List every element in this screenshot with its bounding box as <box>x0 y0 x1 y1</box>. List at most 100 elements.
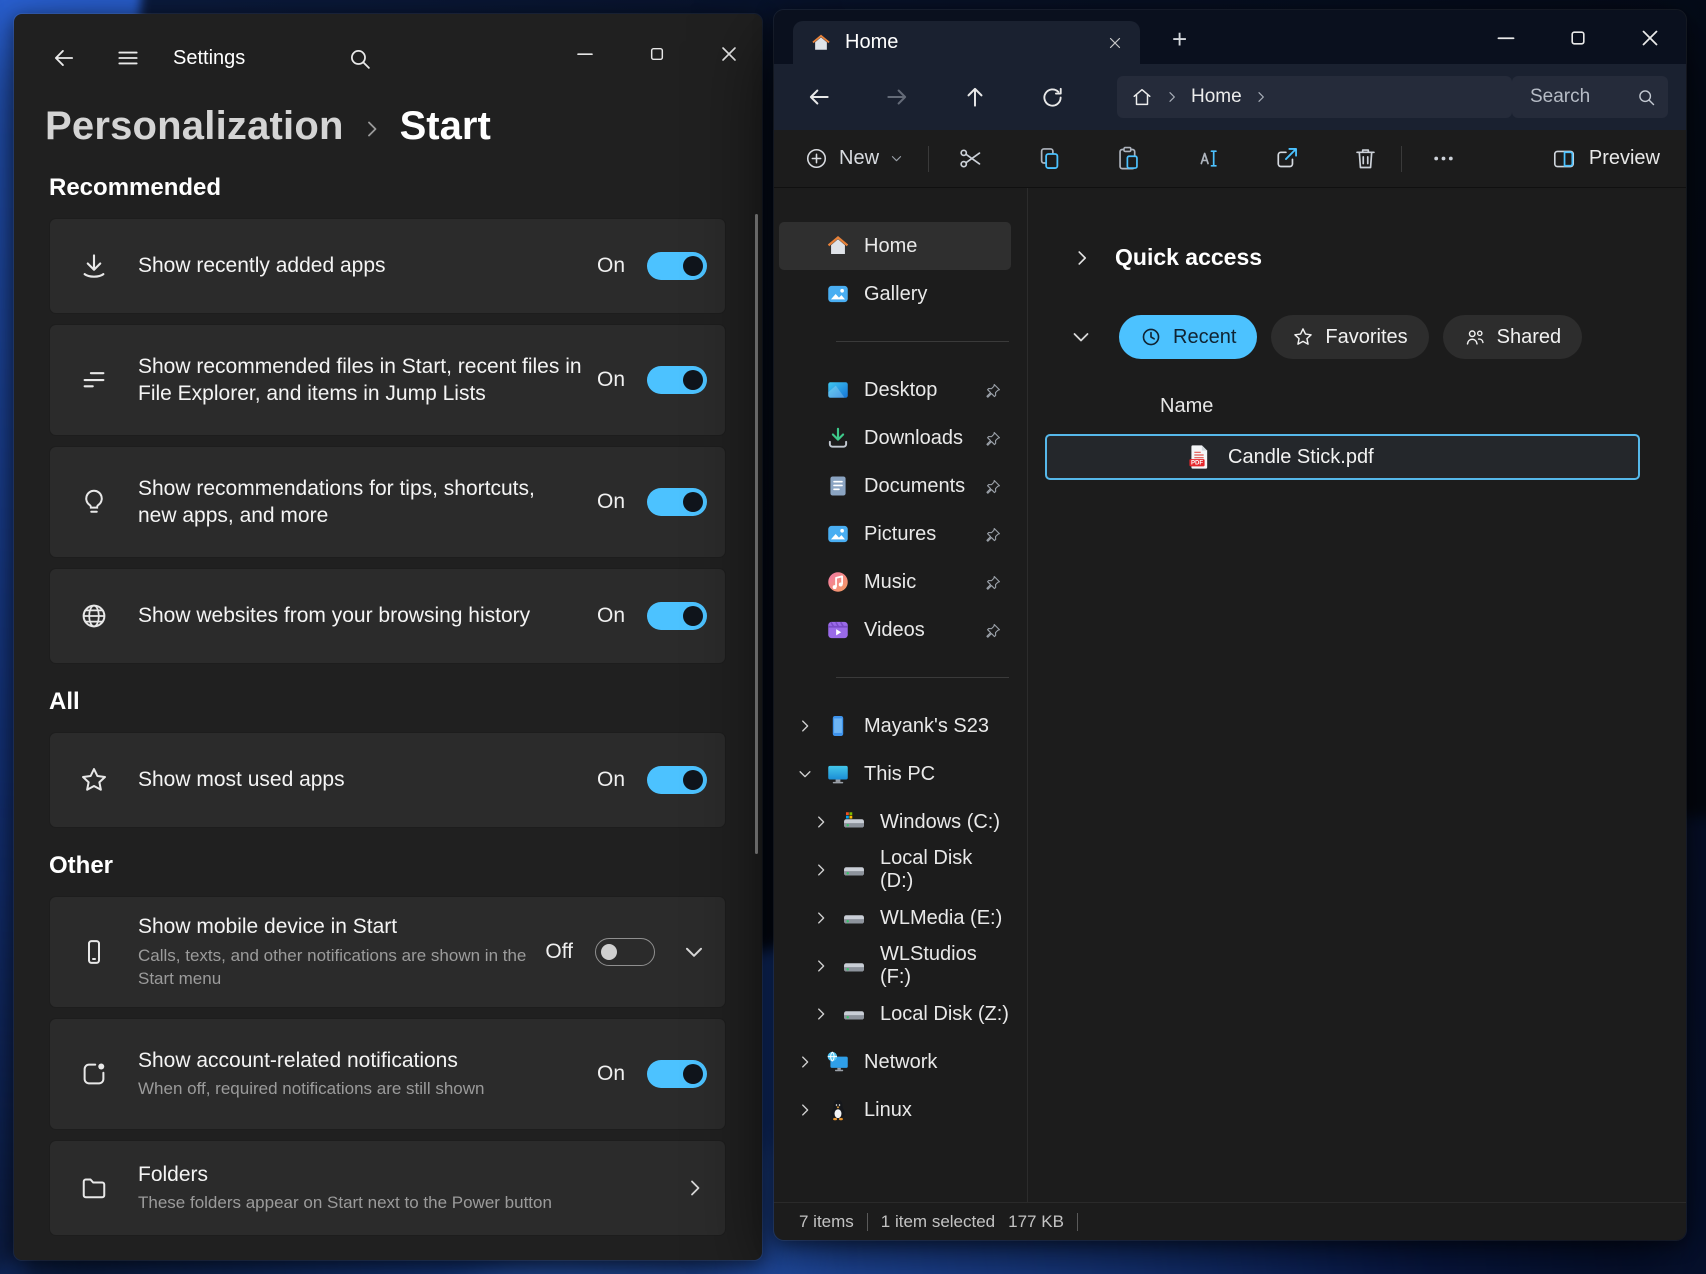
paste-button[interactable] <box>1111 141 1146 176</box>
close-button[interactable] <box>1636 24 1664 52</box>
address-bar[interactable]: Home <box>1117 76 1512 118</box>
quick-access-title: Quick access <box>1115 244 1262 271</box>
breadcrumb: Personalization Start <box>14 102 762 150</box>
share-button[interactable] <box>1269 141 1304 176</box>
minimize-button[interactable] <box>1492 24 1520 52</box>
sidebar-item-local-disk-z[interactable]: Local Disk (Z:) <box>779 990 1011 1038</box>
sidebar-item-windows-c[interactable]: Windows (C:) <box>779 798 1011 846</box>
maximize-button[interactable] <box>1564 24 1592 52</box>
setting-row-recommended-files[interactable]: Show recommended files in Start, recent … <box>49 324 726 436</box>
breadcrumb-parent[interactable]: Personalization <box>45 104 344 149</box>
search-icon[interactable] <box>341 40 378 77</box>
chevron-right-icon[interactable] <box>809 861 833 879</box>
quick-access-header[interactable]: Quick access <box>1071 244 1686 271</box>
refresh-button[interactable] <box>1036 81 1069 114</box>
sidebar-item-downloads[interactable]: Downloads <box>779 414 1011 462</box>
copy-button[interactable] <box>1032 141 1067 176</box>
minimize-button[interactable] <box>571 40 599 68</box>
setting-row-websites[interactable]: Show websites from your browsing history… <box>49 568 726 664</box>
sidebar-item-this-pc[interactable]: This PC <box>779 750 1011 798</box>
file-row-selected[interactable]: Candle Stick.pdf <box>1045 434 1640 480</box>
rename-button[interactable] <box>1190 141 1225 176</box>
back-button[interactable] <box>45 39 83 77</box>
chevron-right-icon[interactable] <box>793 717 817 735</box>
status-bar: 7 items 1 item selected 177 KB <box>774 1202 1686 1240</box>
close-button[interactable] <box>715 40 743 68</box>
sidebar-label: Linux <box>864 1099 912 1122</box>
toolbar-divider <box>1401 146 1402 172</box>
sidebar-item-gallery[interactable]: Gallery <box>779 270 1011 318</box>
chevron-right-icon[interactable] <box>1071 247 1093 269</box>
sidebar-item-videos[interactable]: Videos <box>779 606 1011 654</box>
ellipsis-icon <box>1430 145 1457 172</box>
tab-close-icon[interactable] <box>1104 32 1126 54</box>
toggle-switch[interactable] <box>647 1060 707 1088</box>
setting-row-folders[interactable]: Folders These folders appear on Start ne… <box>49 1140 726 1236</box>
address-segment[interactable]: Home <box>1191 86 1242 108</box>
sidebar-item-phone[interactable]: Mayank's S23 <box>779 702 1011 750</box>
filter-favorites[interactable]: Favorites <box>1271 315 1428 359</box>
nav-forward-button[interactable] <box>880 80 914 114</box>
desktop-icon <box>825 377 851 403</box>
setting-row-recommendations[interactable]: Show recommendations for tips, shortcuts… <box>49 446 726 558</box>
search-box[interactable] <box>1512 76 1668 118</box>
toggle-switch[interactable] <box>595 938 655 966</box>
delete-button[interactable] <box>1348 141 1383 176</box>
sidebar-item-network[interactable]: Network <box>779 1038 1011 1086</box>
chevron-down-icon[interactable] <box>1069 325 1093 349</box>
filter-shared[interactable]: Shared <box>1443 315 1583 359</box>
explorer-tabstrip: Home + <box>774 10 1686 64</box>
chevron-right-icon[interactable] <box>1253 89 1269 105</box>
sidebar-label: Desktop <box>864 379 937 402</box>
toggle-switch[interactable] <box>647 488 707 516</box>
sidebar-item-pictures[interactable]: Pictures <box>779 510 1011 558</box>
column-header-name[interactable]: Name <box>1160 395 1686 418</box>
sidebar-item-music[interactable]: Music <box>779 558 1011 606</box>
filter-recent[interactable]: Recent <box>1119 315 1257 359</box>
chevron-right-icon[interactable] <box>1164 89 1180 105</box>
scrollbar[interactable] <box>755 214 758 854</box>
setting-row-mobile-device[interactable]: Show mobile device in Start Calls, texts… <box>49 896 726 1008</box>
nav-back-button[interactable] <box>802 80 836 114</box>
status-divider <box>1077 1213 1078 1231</box>
tab-home[interactable]: Home <box>793 21 1140 64</box>
more-options-button[interactable] <box>1426 141 1461 176</box>
navigation-menu-button[interactable] <box>109 39 147 77</box>
preview-toggle-button[interactable]: Preview <box>1549 142 1662 176</box>
sidebar-item-desktop[interactable]: Desktop <box>779 366 1011 414</box>
toggle-switch[interactable] <box>647 602 707 630</box>
windows-drive-icon <box>841 809 867 835</box>
chevron-down-icon[interactable] <box>681 939 707 965</box>
sidebar-item-home[interactable]: Home <box>779 222 1011 270</box>
chevron-right-icon[interactable] <box>809 909 833 927</box>
chevron-right-icon[interactable] <box>793 1053 817 1071</box>
sidebar-item-local-disk-d[interactable]: Local Disk (D:) <box>779 846 1011 894</box>
toggle-switch[interactable] <box>647 252 707 280</box>
sidebar-item-documents[interactable]: Documents <box>779 462 1011 510</box>
chevron-right-icon[interactable] <box>809 813 833 831</box>
section-header-recommended: Recommended <box>49 174 726 202</box>
sidebar-item-linux[interactable]: Linux <box>779 1086 1011 1134</box>
setting-row-most-used[interactable]: Show most used apps On <box>49 732 726 828</box>
setting-row-recently-added[interactable]: Show recently added apps On <box>49 218 726 314</box>
chevron-down-icon[interactable] <box>793 765 817 783</box>
chevron-right-icon[interactable] <box>809 957 833 975</box>
sidebar-item-wlmedia-e[interactable]: WLMedia (E:) <box>779 894 1011 942</box>
maximize-button[interactable] <box>643 40 671 68</box>
search-input[interactable] <box>1528 85 1636 109</box>
new-tab-button[interactable]: + <box>1166 24 1193 54</box>
nav-up-button[interactable] <box>958 80 992 114</box>
pin-icon <box>983 476 1002 499</box>
chevron-right-icon[interactable] <box>809 1005 833 1023</box>
toggle-switch[interactable] <box>647 366 707 394</box>
setting-row-account-notifications[interactable]: Show account-related notifications When … <box>49 1018 726 1130</box>
download-icon <box>50 251 138 281</box>
gallery-icon <box>825 281 851 307</box>
cut-button[interactable] <box>953 141 988 176</box>
chevron-right-icon[interactable] <box>793 1101 817 1119</box>
sidebar-item-wlstudios-f[interactable]: WLStudios (F:) <box>779 942 1011 990</box>
breadcrumb-chevron-icon <box>360 117 384 141</box>
account-icon <box>50 1059 138 1089</box>
new-button[interactable]: New <box>798 142 910 175</box>
toggle-switch[interactable] <box>647 766 707 794</box>
